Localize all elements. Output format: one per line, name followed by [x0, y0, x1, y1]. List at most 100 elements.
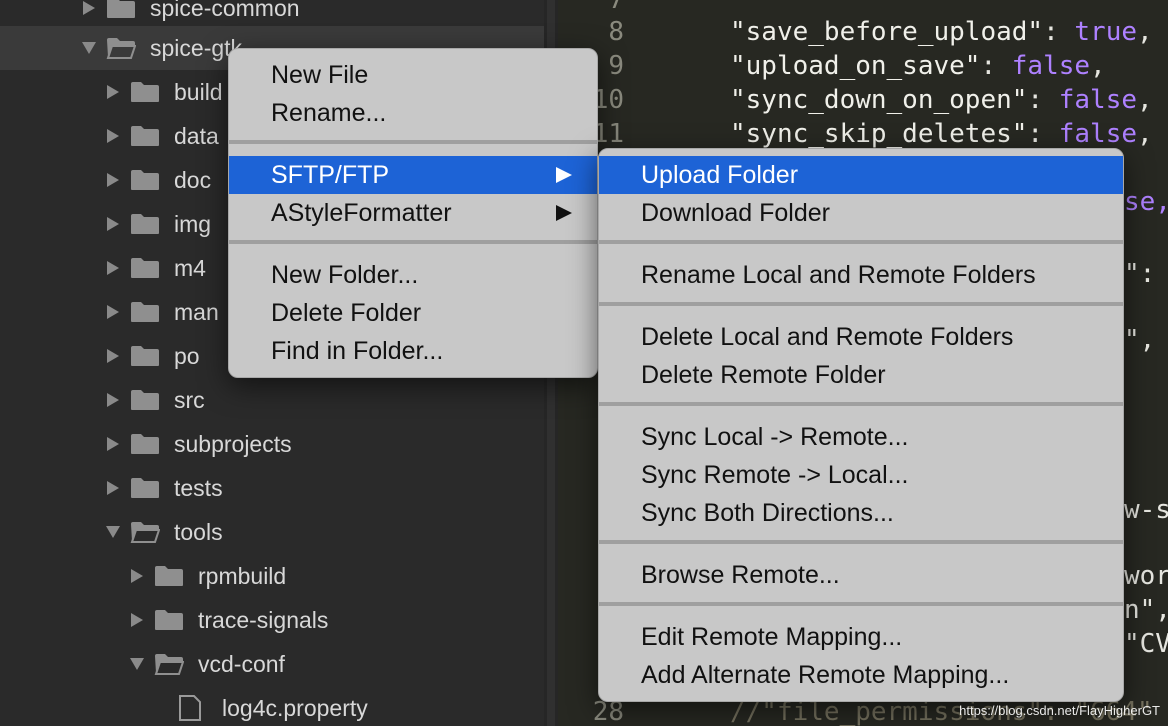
- menu-item-find-in-folder[interactable]: Find in Folder...: [229, 332, 597, 370]
- tree-item-label: m4: [174, 255, 206, 281]
- submenu-arrow-icon: [556, 205, 572, 221]
- code-fragment: n",: [1124, 595, 1168, 625]
- menu-item-download-folder[interactable]: Download Folder: [599, 194, 1123, 232]
- tree-item-label: rpmbuild: [198, 563, 287, 589]
- tree-item-label: man: [174, 299, 219, 325]
- folder-icon: [131, 478, 159, 498]
- chevron-right-icon[interactable]: [104, 114, 122, 158]
- chevron-right-icon[interactable]: [104, 202, 122, 246]
- menu-item-delete-remote-folder[interactable]: Delete Remote Folder: [599, 356, 1123, 394]
- menu-item-rename[interactable]: Rename...: [229, 94, 597, 132]
- tree-item-src[interactable]: src: [0, 378, 544, 422]
- folder-icon: [131, 82, 159, 102]
- chevron-right-icon[interactable]: [104, 246, 122, 290]
- code-fragment: wor: [1124, 561, 1168, 591]
- folder-icon: [131, 126, 159, 146]
- code-fragment: ",: [1124, 325, 1156, 355]
- tree-item-tools[interactable]: tools: [0, 510, 544, 554]
- folder-icon: [155, 566, 183, 586]
- folder-icon: [131, 258, 159, 278]
- chevron-right-icon[interactable]: [104, 158, 122, 202]
- tree-item-subprojects[interactable]: subprojects: [0, 422, 544, 466]
- tree-item-label: doc: [174, 167, 212, 193]
- menu-item-label: New File: [271, 61, 369, 89]
- tree-item-label: tools: [174, 519, 223, 545]
- tree-item-rpmbuild[interactable]: rpmbuild: [0, 554, 544, 598]
- code-line: "save_before_upload": true,: [730, 17, 1153, 47]
- menu-item-label: Edit Remote Mapping...: [641, 623, 903, 651]
- menu-item-upload-folder[interactable]: Upload Folder: [599, 156, 1123, 194]
- menu-item-label: Find in Folder...: [271, 337, 444, 365]
- menu-item-sftp-ftp[interactable]: SFTP/FTP: [229, 156, 597, 194]
- menu-separator: [599, 240, 1123, 244]
- folder-icon: [131, 170, 159, 190]
- watermark-text: https://blog.csdn.net/FlayHigherGT: [959, 703, 1160, 718]
- code-fragment: "CVS: [1124, 629, 1168, 659]
- tree-item-trace-signals[interactable]: trace-signals: [0, 598, 544, 642]
- menu-item-browse-remote[interactable]: Browse Remote...: [599, 556, 1123, 594]
- chevron-right-icon[interactable]: [104, 378, 122, 422]
- menu-item-label: Browse Remote...: [641, 561, 840, 589]
- line-number: 8: [608, 17, 624, 47]
- menu-item-label: Sync Remote -> Local...: [641, 461, 909, 489]
- code-line: "upload_on_save": false,: [730, 51, 1106, 81]
- tree-item-label: po: [174, 343, 200, 369]
- chevron-right-icon[interactable]: [128, 598, 146, 642]
- chevron-right-icon[interactable]: [104, 70, 122, 114]
- menu-item-sync-local-remote[interactable]: Sync Local -> Remote...: [599, 418, 1123, 456]
- tree-item-label: build: [174, 79, 223, 105]
- chevron-right-icon[interactable]: [104, 334, 122, 378]
- submenu-arrow-icon: [556, 167, 572, 183]
- menu-item-add-alternate-remote-mapping[interactable]: Add Alternate Remote Mapping...: [599, 656, 1123, 694]
- tree-item-label: data: [174, 123, 219, 149]
- menu-separator: [599, 602, 1123, 606]
- tree-item-vcd-conf[interactable]: vcd-conf: [0, 642, 544, 686]
- menu-item-label: Delete Folder: [271, 299, 422, 327]
- menu-item-delete-folder[interactable]: Delete Folder: [229, 294, 597, 332]
- menu-separator: [229, 240, 597, 244]
- tree-item-label: vcd-conf: [198, 651, 285, 677]
- menu-item-label: Upload Folder: [641, 161, 799, 189]
- menu-item-sync-both[interactable]: Sync Both Directions...: [599, 494, 1123, 532]
- menu-item-sync-remote-local[interactable]: Sync Remote -> Local...: [599, 456, 1123, 494]
- chevron-right-icon[interactable]: [128, 554, 146, 598]
- menu-item-label: Sync Local -> Remote...: [641, 423, 909, 451]
- chevron-right-icon[interactable]: [104, 466, 122, 510]
- folder-icon: [155, 610, 183, 630]
- chevron-right-icon[interactable]: [104, 290, 122, 334]
- menu-item-label: Delete Remote Folder: [641, 361, 886, 389]
- code-line: "sync_down_on_open": false,: [730, 85, 1153, 115]
- file-icon: [179, 695, 201, 721]
- sftp-submenu: Upload Folder Download Folder Rename Loc…: [598, 148, 1124, 702]
- code-fragment: w-sp: [1124, 495, 1168, 525]
- menu-item-astyleformatter[interactable]: AStyleFormatter: [229, 194, 597, 232]
- tree-item-label: src: [174, 387, 205, 413]
- menu-item-rename-local-remote[interactable]: Rename Local and Remote Folders: [599, 256, 1123, 294]
- menu-separator: [229, 140, 597, 144]
- chevron-down-icon[interactable]: [104, 510, 122, 554]
- chevron-right-icon[interactable]: [104, 422, 122, 466]
- code-line: "sync_skip_deletes": false,: [730, 119, 1153, 149]
- menu-item-new-file[interactable]: New File: [229, 56, 597, 94]
- tree-item-tests[interactable]: tests: [0, 466, 544, 510]
- open-folder-icon: [130, 522, 160, 543]
- code-fragment: ": t: [1124, 259, 1156, 289]
- menu-item-label: Download Folder: [641, 199, 830, 227]
- tree-item-label: img: [174, 211, 212, 237]
- tree-item-label: log4c.property: [222, 695, 368, 721]
- menu-item-label: Rename...: [271, 99, 387, 127]
- folder-icon: [131, 434, 159, 454]
- menu-item-edit-remote-mapping[interactable]: Edit Remote Mapping...: [599, 618, 1123, 656]
- menu-item-label: Delete Local and Remote Folders: [641, 323, 1014, 351]
- chevron-down-icon[interactable]: [128, 642, 146, 686]
- folder-icon: [131, 346, 159, 366]
- menu-item-new-folder[interactable]: New Folder...: [229, 256, 597, 294]
- menu-item-label: SFTP/FTP: [271, 161, 390, 189]
- chevron-down-icon[interactable]: [80, 26, 98, 70]
- tree-item-label: subprojects: [174, 431, 292, 457]
- menu-item-label: Add Alternate Remote Mapping...: [641, 661, 1010, 689]
- menu-item-delete-local-remote[interactable]: Delete Local and Remote Folders: [599, 318, 1123, 356]
- menu-item-label: AStyleFormatter: [271, 199, 452, 227]
- tree-item-log4c-property[interactable]: log4c.property: [0, 686, 544, 726]
- folder-icon: [131, 302, 159, 322]
